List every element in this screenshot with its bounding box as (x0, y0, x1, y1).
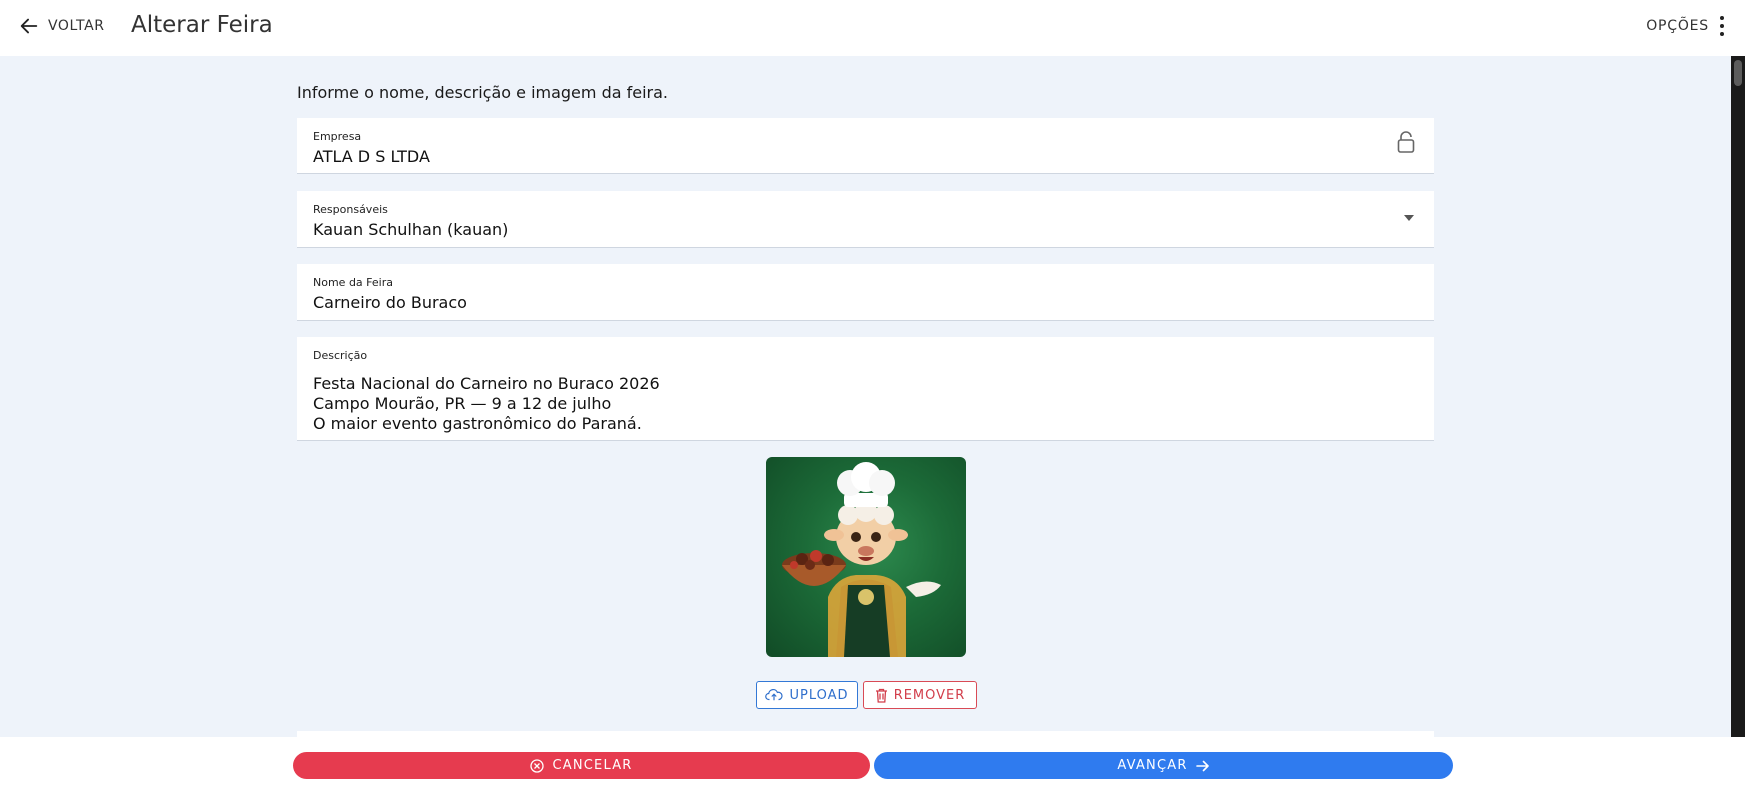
nome-feira-value: Carneiro do Buraco (313, 293, 467, 312)
nome-feira-field[interactable]: Nome da Feira Carneiro do Buraco (297, 264, 1434, 321)
upload-label: UPLOAD (789, 687, 849, 703)
cancel-label: CANCELAR (552, 758, 633, 773)
descricao-value: Festa Nacional do Carneiro no Buraco 202… (313, 374, 660, 433)
responsaveis-value: Kauan Schulhan (kauan) (313, 220, 509, 239)
options-label: OPÇÕES (1646, 18, 1709, 34)
scrollbar-thumb[interactable] (1734, 60, 1742, 86)
remove-button[interactable]: REMOVER (863, 681, 977, 709)
back-label: VOLTAR (48, 18, 105, 34)
sheep-chef-mascot-icon (782, 462, 941, 657)
cancel-button[interactable]: CANCELAR (293, 752, 870, 779)
arrow-right-icon (1195, 760, 1209, 771)
more-vert-icon (1719, 16, 1725, 36)
empresa-label: Empresa (313, 130, 362, 143)
bottom-action-bar (0, 737, 1745, 793)
responsaveis-label: Responsáveis (313, 203, 388, 216)
remove-label: REMOVER (893, 687, 966, 703)
feira-image (766, 457, 966, 657)
cancel-circle-icon (530, 758, 545, 773)
next-label: AVANÇAR (1117, 758, 1188, 773)
page-title: Alterar Feira (131, 12, 273, 38)
descricao-label: Descrição (313, 349, 368, 362)
descricao-field[interactable]: Descrição Festa Nacional do Carneiro no … (297, 337, 1434, 441)
empresa-field: Empresa ATLA D S LTDA (297, 118, 1434, 174)
nome-feira-label: Nome da Feira (313, 276, 393, 289)
responsaveis-select[interactable]: Responsáveis Kauan Schulhan (kauan) (297, 191, 1434, 248)
next-button[interactable]: AVANÇAR (874, 752, 1453, 779)
options-menu-button[interactable]: OPÇÕES (1646, 16, 1725, 36)
dropdown-caret-icon (1404, 215, 1414, 221)
empresa-value: ATLA D S LTDA (313, 147, 430, 166)
scrollbar[interactable] (1731, 56, 1745, 737)
cloud-upload-icon (765, 688, 784, 701)
form-instructions: Informe o nome, descrição e imagem da fe… (297, 83, 669, 102)
trash-icon (875, 688, 887, 703)
top-app-bar: VOLTAR Alterar Feira OPÇÕES (0, 0, 1745, 56)
arrow-left-icon (20, 18, 38, 34)
upload-button[interactable]: UPLOAD (756, 681, 858, 709)
back-button[interactable]: VOLTAR (18, 15, 105, 37)
lock-icon (1397, 131, 1415, 153)
